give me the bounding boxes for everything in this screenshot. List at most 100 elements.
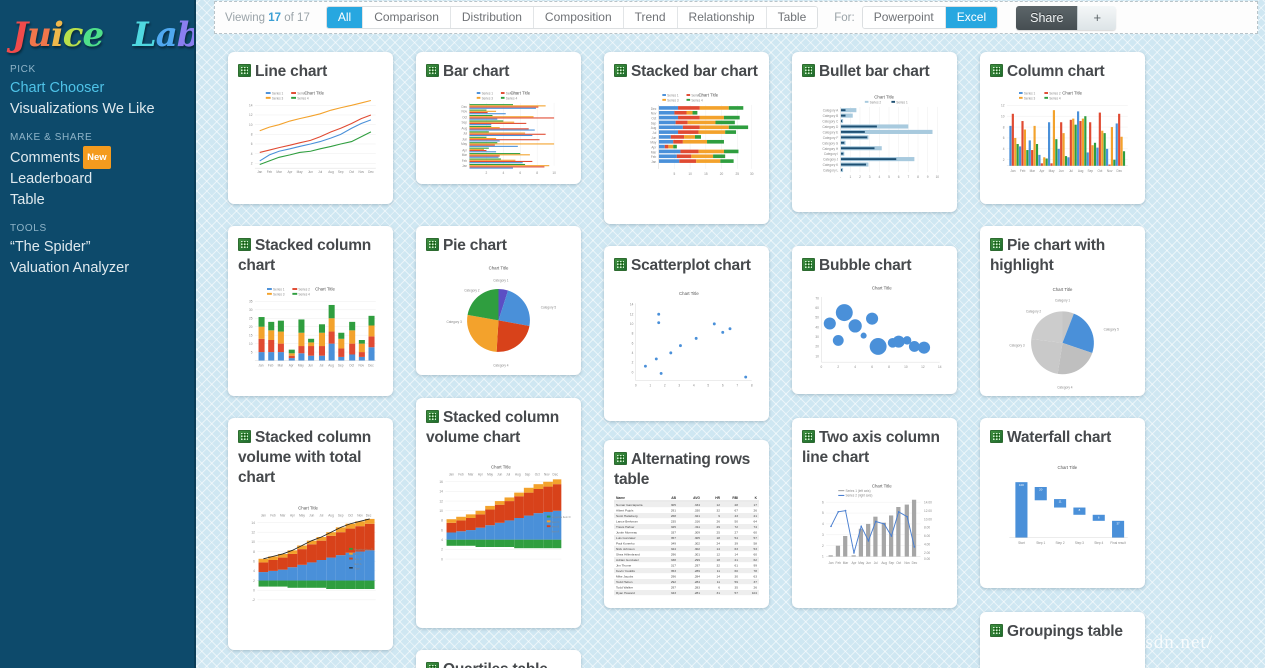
card-stacked-bar-chart[interactable]: Stacked bar chart Chart Title Series 1 S… [604,52,769,224]
format-powerpoint[interactable]: Powerpoint [862,7,946,28]
table-cell: 27 [735,531,739,535]
table-cell: 72 [735,525,739,529]
sidebar-item-visualizations-we-like[interactable]: Visualizations We Like [10,99,194,120]
table-cell: 12 [717,503,721,507]
card-title: Pie chart [426,236,571,256]
share-button[interactable]: Share [1016,5,1078,30]
svg-text:2: 2 [441,548,443,552]
svg-text:70: 70 [815,296,819,300]
card-title-text: Stacked column chart [238,237,372,274]
card-title-text: Quartiles table [443,661,548,668]
filter-table[interactable]: Table [766,7,818,28]
card-scatterplot-chart[interactable]: Scatterplot chart Chart Title 14 12 10 8 64… [604,246,769,421]
svg-text:Dec: Dec [368,364,374,368]
sidebar-item-comments[interactable]: Comments New [10,146,194,169]
card-stacked-column-chart[interactable]: Stacked column chart Chart Title Series … [228,226,393,396]
svg-text:Category 3: Category 3 [447,320,463,324]
table-cell: .302 [694,547,700,551]
card-bubble-chart[interactable]: Bubble chart Chart Title 70 60 50 40 30 20 10… [792,246,957,394]
table-cell: Scott Hatteberg [616,514,638,518]
excel-icon [802,430,815,443]
table-cell: Jim Thome [616,564,632,568]
svg-text:Feb: Feb [268,364,274,368]
filter-all[interactable]: All [326,7,364,28]
filter-distribution[interactable]: Distribution [450,7,534,28]
svg-text:Series 1: Series 1 [1024,91,1036,95]
table-cell: 235 [671,520,676,524]
format-excel[interactable]: Excel [945,7,998,28]
card-alternating-rows-table[interactable]: Alternating rows table Name AB AVG HR RB… [604,440,769,608]
svg-text:Series 3: Series 3 [1024,96,1036,100]
filter-comparison[interactable]: Comparison [363,7,451,28]
svg-text:Series 2: Series 2 [1049,91,1061,95]
card-title-text: Waterfall chart [1007,429,1112,446]
svg-text:May: May [461,142,467,146]
table-cell: 337 [671,531,676,535]
sidebar-item-valuation-analyzer[interactable]: Valuation Analyzer [10,258,194,279]
card-two-axis-column-line-chart[interactable]: Two axis column line chart Chart Title S… [792,418,957,608]
thumbnail-two-axis-column-line-chart: Chart Title Series 1 (left axis) Series … [822,484,932,565]
card-title: Scatterplot chart [614,256,759,276]
svg-text:Jul: Jul [874,561,878,565]
share-expand-button[interactable]: + [1077,5,1117,30]
filter-relationship[interactable]: Relationship [677,7,767,28]
sidebar-item-the-spider[interactable]: “The Spider” [10,237,194,258]
table-cell: 292 [671,580,676,584]
svg-text:50: 50 [815,316,819,320]
svg-text:2: 2 [1003,158,1005,162]
svg-text:Apr: Apr [462,148,467,152]
svg-text:Jun: Jun [1059,169,1064,173]
svg-text:6: 6 [822,500,824,504]
svg-text:AVG: AVG [693,496,700,500]
sidebar-item-comments-label: Comments [10,150,81,166]
card-pie-chart[interactable]: Pie chart Chart Title Category 1 Categor… [416,226,581,375]
svg-text:Dec: Dec [366,514,372,518]
table-cell: .283 [694,586,700,590]
svg-text:Category A: Category A [823,109,839,113]
svg-text:14: 14 [630,303,634,307]
sidebar-heading-tools: TOOLS [10,223,47,234]
table-cell: 62 [754,558,758,562]
card-column-chart[interactable]: Column chart Chart Title Series 1 Series… [980,52,1145,204]
table-cell: Nomar Garciaparra [616,503,643,507]
svg-text:Step 4: Step 4 [1094,541,1103,545]
svg-text:Series 3: Series 3 [272,96,284,100]
table-cell: 60 [735,569,739,573]
excel-icon [426,238,439,251]
svg-text:10: 10 [904,365,908,369]
card-bar-chart[interactable]: Bar chart Chart Title Series 1 Series 2 … [416,52,581,184]
svg-text:35: 35 [249,300,253,304]
svg-text:12: 12 [921,365,925,369]
svg-text:Feb: Feb [458,473,464,477]
sidebar-group-make-share: MAKE & SHARE Comments New Leaderboard Tab… [10,132,194,211]
sidebar-item-table[interactable]: Table [10,190,194,211]
svg-text:Oct: Oct [348,514,353,518]
card-waterfall-chart[interactable]: Waterfall chart Chart Title 100 20 11 8 6 37… [980,418,1145,588]
table-cell: 21 [754,514,758,518]
svg-text:4: 4 [878,175,880,179]
card-groupings-table[interactable]: Groupings table [980,612,1145,668]
card-title: Two axis column line chart [802,428,947,468]
svg-text:Category 3: Category 3 [1009,343,1025,347]
card-stacked-column-volume-chart[interactable]: Stacked column volume chart Chart Title … [416,398,581,628]
table-cell: .284 [694,575,700,579]
svg-text:12: 12 [251,530,255,534]
svg-text:Series 2 (right axis): Series 2 (right axis) [846,494,873,498]
filter-composition[interactable]: Composition [533,7,624,28]
sidebar-item-chart-chooser[interactable]: Chart Chooser [10,78,194,99]
filter-trend[interactable]: Trend [623,7,678,28]
svg-text:Negative Item D: Negative Item D [354,547,373,551]
card-stacked-column-volume-with-total[interactable]: Stacked column volume with total chart C… [228,418,393,650]
card-pie-chart-with-highlight[interactable]: Pie chart with highlight Chart Title Cat… [980,226,1145,396]
table-cell: .289 [694,569,700,573]
table-cell: 74 [754,525,758,529]
table-cell: 296 [671,553,676,557]
card-bullet-bar-chart[interactable]: Bullet bar chart Chart Title Series 2 Se… [792,52,957,212]
svg-text:1: 1 [649,384,651,388]
sidebar-item-leaderboard[interactable]: Leaderboard [10,169,194,190]
card-quartiles-table[interactable]: Quartiles table [416,650,581,668]
card-title-text: Stacked bar chart [631,63,758,80]
card-line-chart[interactable]: Line chart Chart Title Series 1 Series 2… [228,52,393,204]
svg-text:8: 8 [917,175,919,179]
svg-text:Item A: Item A [354,562,362,566]
